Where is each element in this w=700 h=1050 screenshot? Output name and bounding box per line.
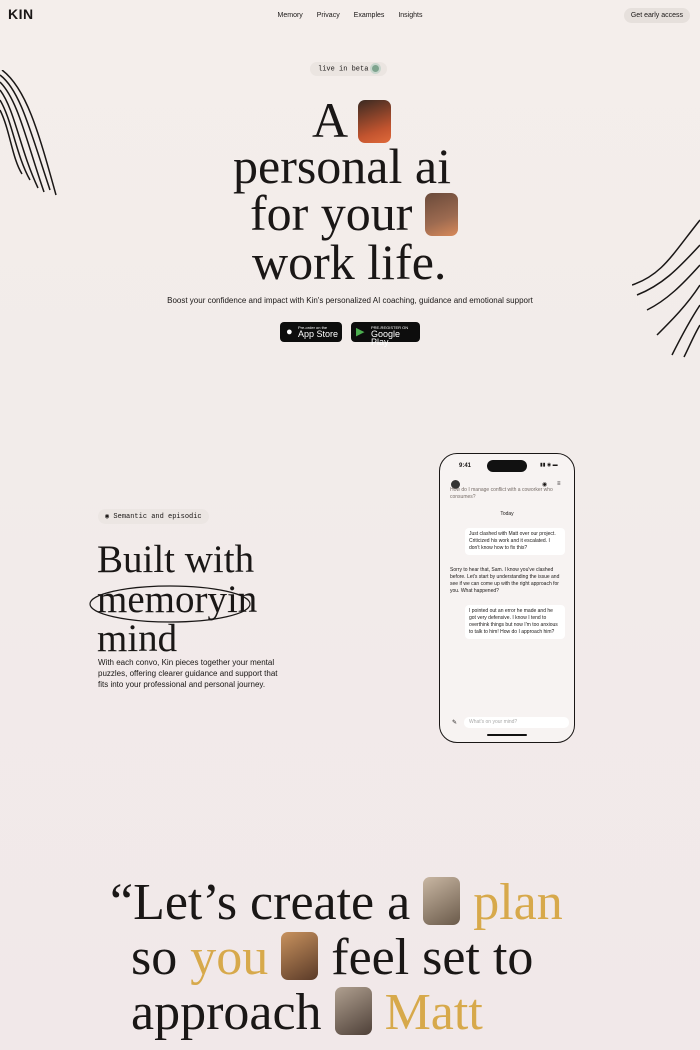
nav-examples[interactable]: Examples [354, 12, 385, 19]
hands-photo-icon [423, 877, 461, 925]
play-icon: ▶ [356, 326, 365, 338]
beta-badge: live in beta [310, 62, 388, 77]
beta-label: live in beta [318, 65, 369, 74]
quote-line-1: “Let’s create a plan [110, 875, 563, 931]
quote-plan: plan [473, 874, 563, 931]
tag-label: Semantic and episodic [113, 513, 202, 521]
quote-approach: approach [131, 984, 322, 1041]
man-laptop-photo-icon [334, 987, 372, 1035]
quote-feel: feel set to [331, 929, 534, 986]
quote-so: so [131, 929, 178, 986]
feature-description: With each convo, Kin pieces together you… [98, 658, 278, 689]
phone-mockup: 9:41 ▮▮ ◉ ▬ ◉ ≡ How do I manage conflict… [439, 453, 575, 743]
day-divider: Today [500, 511, 514, 517]
early-access-button[interactable]: Get early access [623, 8, 690, 23]
quote-line-3: approach Matt [131, 985, 483, 1041]
chat-input[interactable]: What's on your mind? [464, 717, 569, 728]
feature-heading-1: Built with [97, 538, 255, 581]
hero-line-1: A [312, 95, 391, 145]
man-photo-icon [424, 193, 458, 236]
home-indicator [487, 734, 527, 736]
woman-photo-icon [357, 100, 391, 143]
nav-memory[interactable]: Memory [278, 12, 303, 19]
decorative-lines-right [632, 219, 700, 358]
quote-you: you [190, 929, 269, 986]
hero-subtitle: Boost your confidence and impact with Ki… [167, 296, 533, 305]
apple-icon: ● [286, 326, 293, 338]
decorative-lines-left [0, 70, 57, 196]
attach-icon[interactable]: ✎ [452, 719, 457, 726]
hero-for-your: for your [250, 185, 413, 241]
woman-smiling-photo-icon [281, 932, 319, 980]
ai-message-1: Sorry to hear that, Sam. I know you've c… [450, 567, 560, 594]
play-label: Google Play [371, 329, 401, 347]
top-nav: Memory Privacy Examples Insights [0, 12, 700, 19]
quote-line-2: so you feel set to [131, 930, 533, 986]
app-store-button[interactable]: ● Pre-order on the App Store [280, 322, 342, 342]
app-store-label: App Store [298, 329, 339, 339]
user-message-1: Just clashed with Matt over our project.… [465, 528, 565, 555]
hero-line-3: for your [250, 188, 458, 238]
status-dot-icon [372, 65, 380, 72]
faded-message: How do I manage conflict with a coworker… [450, 487, 553, 500]
quote-matt: Matt [384, 984, 483, 1041]
phone-time: 9:41 [459, 463, 472, 469]
feature-heading-3: mind [97, 617, 178, 660]
google-play-button[interactable]: ▶ PRE-REGISTER ON Google Play [351, 322, 420, 347]
hero-line-4: work life. [252, 234, 447, 290]
quote-open: “Let’s create a [110, 874, 411, 931]
nav-privacy[interactable]: Privacy [317, 12, 340, 19]
dynamic-island [487, 460, 527, 472]
hero-line-2: personal ai [233, 138, 451, 194]
status-icons: ▮▮ ◉ ▬ [540, 462, 558, 468]
nav-insights[interactable]: Insights [398, 12, 422, 19]
user-message-2: I pointed out an error he made and he go… [465, 605, 565, 639]
memory-tag: ◉ Semantic and episodic [98, 509, 209, 524]
